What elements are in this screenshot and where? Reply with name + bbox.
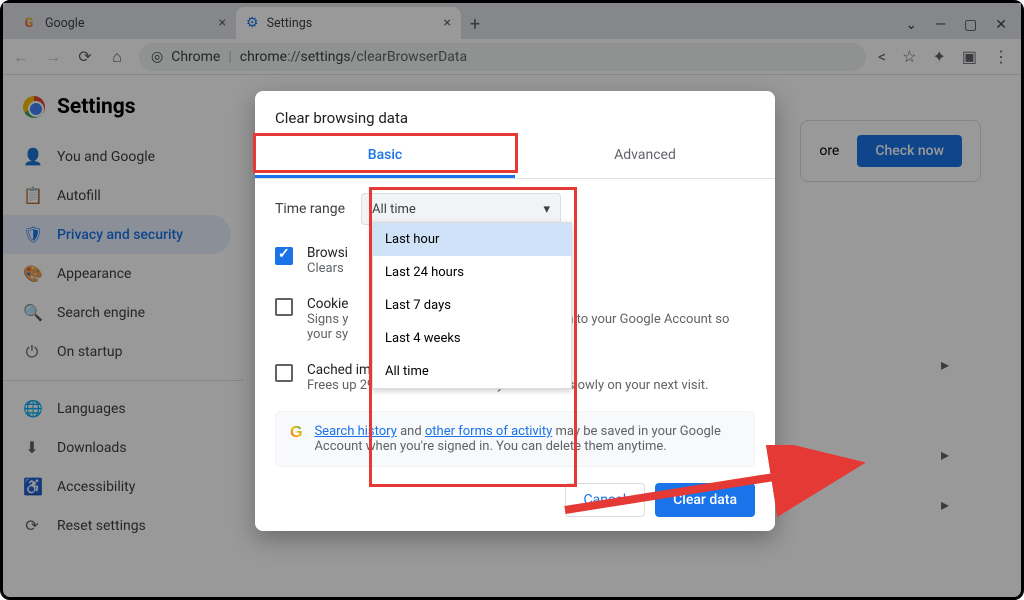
cancel-button[interactable]: Cancel: [565, 483, 646, 517]
option-last-hour[interactable]: Last hour: [373, 223, 571, 256]
clear-data-button[interactable]: Clear data: [655, 483, 755, 517]
checkbox-cookies[interactable]: [275, 298, 293, 316]
time-range-label: Time range: [275, 201, 345, 217]
time-range-value: All time: [372, 202, 416, 217]
other-activity-link[interactable]: other forms of activity: [425, 424, 552, 439]
google-icon: G: [290, 424, 302, 454]
dialog-title: Clear browsing data: [255, 91, 775, 135]
option-last-7-days[interactable]: Last 7 days: [373, 289, 571, 322]
item-subtitle: Clears: [307, 261, 348, 276]
checkbox-browsing-history[interactable]: [275, 247, 293, 265]
checkbox-cached[interactable]: [275, 364, 293, 382]
time-range-select[interactable]: All time ▾: [361, 193, 561, 225]
option-last-24-hours[interactable]: Last 24 hours: [373, 256, 571, 289]
tab-basic[interactable]: Basic: [255, 135, 515, 178]
search-history-link[interactable]: Search history: [314, 424, 396, 439]
item-title: Browsi: [307, 245, 348, 261]
dialog-tabs: Basic Advanced: [255, 135, 775, 179]
clear-browsing-data-dialog: Clear browsing data Basic Advanced Time …: [255, 91, 775, 531]
tab-advanced[interactable]: Advanced: [515, 135, 775, 178]
info-box: G Search history and other forms of acti…: [275, 411, 755, 467]
option-last-4-weeks[interactable]: Last 4 weeks: [373, 322, 571, 355]
option-all-time[interactable]: All time: [373, 355, 571, 388]
time-range-dropdown: Last hour Last 24 hours Last 7 days Last…: [372, 222, 572, 389]
chevron-down-icon: ▾: [544, 202, 551, 217]
